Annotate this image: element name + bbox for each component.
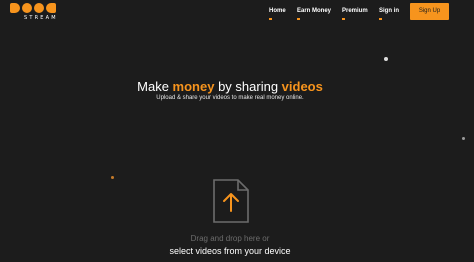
sign-up-button[interactable]: Sign Up [410, 3, 449, 20]
logo-mark [10, 3, 62, 13]
logo-subtitle: STREAM [24, 15, 58, 21]
nav-home-underline [269, 18, 272, 20]
hero-title-highlight-money: money [172, 79, 215, 94]
decorative-dot [384, 57, 388, 61]
header: STREAM Home Earn Money Premium Sign in S… [0, 0, 474, 26]
nav-earn-money-label: Earn Money [297, 8, 332, 14]
nav-sign-in-underline [379, 18, 382, 20]
hero-title-part1: Make [137, 79, 173, 94]
nav-home-label: Home [269, 8, 286, 14]
nav-sign-in[interactable]: Sign in [379, 8, 399, 20]
nav-premium-label: Premium [342, 8, 368, 14]
upload-arrow-icon[interactable] [212, 178, 250, 224]
decorative-dot [462, 137, 465, 140]
doodstream-logo[interactable]: STREAM [10, 3, 62, 23]
select-videos-link[interactable]: select videos from your device [0, 246, 460, 256]
nav-home[interactable]: Home [269, 8, 286, 20]
nav-premium[interactable]: Premium [342, 8, 368, 20]
hero-title-part2: by sharing [214, 79, 282, 94]
nav-earn-money-underline [297, 18, 300, 20]
hero-title: Make money by sharing videos [0, 79, 460, 94]
hero-title-highlight-videos: videos [281, 79, 323, 94]
hero-subtitle: Upload & share your videos to make real … [156, 95, 304, 101]
nav-earn-money[interactable]: Earn Money [297, 8, 332, 20]
decorative-dot [111, 176, 114, 179]
drag-drop-text: Drag and drop here or [190, 234, 270, 243]
nav-premium-underline [342, 18, 345, 20]
nav-sign-in-label: Sign in [379, 8, 399, 14]
